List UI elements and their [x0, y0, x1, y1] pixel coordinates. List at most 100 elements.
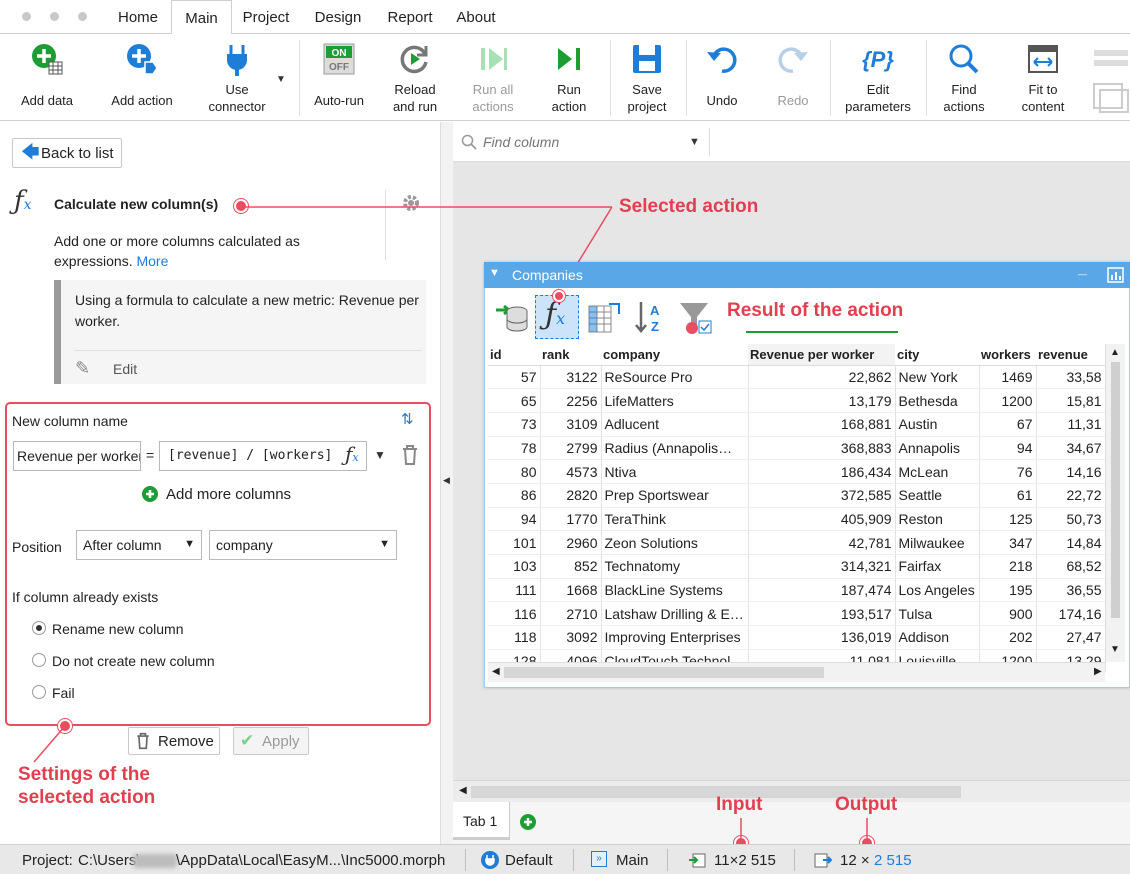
chevron-left-icon[interactable]: ◀	[492, 666, 500, 677]
tab-design[interactable]: Design	[305, 0, 371, 33]
scroll-thumb[interactable]	[504, 667, 824, 678]
chart-panel-icon[interactable]	[1107, 267, 1124, 283]
layout-icon[interactable]	[1092, 48, 1130, 114]
radio-do-not-create[interactable]	[32, 653, 46, 667]
col-header-rank[interactable]: rank	[540, 344, 601, 366]
table-row[interactable]: 111 1668 BlackLine Systems 187,474 Los Angel…	[488, 578, 1106, 603]
table-cell[interactable]: Seattle	[895, 483, 980, 508]
table-row[interactable]: 94 1770 TeraThink 405,909 Reston 125 50,73	[488, 507, 1106, 532]
table-cell[interactable]: 80	[488, 459, 541, 484]
table-cell[interactable]: 94	[979, 436, 1037, 461]
table-cell[interactable]: Los Angeles	[895, 578, 980, 603]
table-cell[interactable]: 34,67	[1036, 436, 1106, 461]
table-cell[interactable]: 86	[488, 483, 541, 508]
table-cell[interactable]: 852	[540, 554, 602, 579]
table-cell[interactable]: 195	[979, 578, 1037, 603]
table-cell[interactable]: 76	[979, 459, 1037, 484]
col-header-workers[interactable]: workers	[979, 344, 1036, 366]
table-cell[interactable]: 14,84	[1036, 530, 1106, 555]
table-cell[interactable]: 2799	[540, 436, 602, 461]
table-cell[interactable]: Technatomy	[601, 554, 749, 579]
table-row[interactable]: 103 852 Technatomy 314,321 Fairfax 218 68,52	[488, 554, 1106, 579]
table-cell[interactable]: 125	[979, 507, 1037, 532]
table-cell[interactable]: 2710	[540, 601, 602, 627]
table-cell[interactable]: Prep Sportswear	[601, 483, 749, 508]
table-cell[interactable]: Latshaw Drilling & E…	[601, 601, 749, 627]
table-cell[interactable]: 186,434	[748, 459, 896, 484]
chevron-down-icon[interactable]: ▼	[276, 74, 286, 85]
table-cell[interactable]: 347	[979, 530, 1037, 555]
table-cell[interactable]: 22,862	[748, 365, 896, 390]
table-cell[interactable]: Austin	[895, 412, 980, 437]
undo-button[interactable]: Undo	[692, 34, 752, 122]
edit-button[interactable]: Edit	[113, 361, 137, 377]
function-icon[interactable]: ƒx	[345, 442, 359, 466]
chevron-up-icon[interactable]: ▲	[1110, 347, 1120, 358]
panel-header[interactable]: ▼ Companies _	[484, 260, 1130, 288]
table-cell[interactable]: 372,585	[748, 483, 896, 508]
columns-action-icon[interactable]	[587, 300, 621, 334]
table-cell[interactable]: 42,781	[748, 530, 896, 555]
table-cell[interactable]: 1469	[979, 365, 1037, 390]
table-row[interactable]: 116 2710 Latshaw Drilling & E… 193,517 Tulsa…	[488, 601, 1106, 627]
use-connector-button[interactable]: Use connector	[198, 34, 276, 122]
status-output-count[interactable]: 2 515	[874, 852, 912, 869]
tab-about[interactable]: About	[448, 0, 504, 33]
radio-fail[interactable]	[32, 685, 46, 699]
table-cell[interactable]: 405,909	[748, 507, 896, 532]
table-row[interactable]: 101 2960 Zeon Solutions 42,781 Milwaukee 347 1…	[488, 530, 1106, 555]
table-cell[interactable]: 136,019	[748, 625, 896, 650]
table-cell[interactable]: 36,55	[1036, 578, 1106, 603]
scroll-thumb[interactable]	[1111, 362, 1120, 618]
redo-button[interactable]: Redo	[763, 34, 823, 122]
find-actions-button[interactable]: Find actions	[932, 34, 996, 122]
table-cell[interactable]: 118	[488, 625, 541, 650]
table-cell[interactable]: TeraThink	[601, 507, 749, 532]
reload-and-run-button[interactable]: Reload and run	[383, 34, 447, 122]
table-cell[interactable]: 65	[488, 388, 541, 413]
vertical-scrollbar[interactable]: ▲ ▼	[1105, 344, 1125, 662]
horizontal-scrollbar[interactable]: ◀ ▶	[488, 662, 1105, 682]
table-cell[interactable]: 900	[979, 601, 1037, 627]
more-link[interactable]: More	[136, 253, 168, 269]
input-data-icon[interactable]	[494, 298, 530, 334]
table-cell[interactable]: Radius (Annapolis…	[601, 436, 749, 461]
table-cell[interactable]: 187,474	[748, 578, 896, 603]
chevron-left-icon[interactable]: ◀	[459, 785, 467, 796]
status-main[interactable]: Main	[616, 852, 649, 869]
chevron-down-icon[interactable]: ▼	[689, 136, 700, 148]
new-column-name-input[interactable]: Revenue per worker	[13, 441, 141, 471]
table-row[interactable]: 57 3122 ReSource Pro 22,862 New York 1469 33,5…	[488, 365, 1106, 390]
table-cell[interactable]: LifeMatters	[601, 388, 749, 413]
table-cell[interactable]: Addison	[895, 625, 980, 650]
table-cell[interactable]: 111	[488, 578, 541, 603]
table-cell[interactable]: 15,81	[1036, 388, 1106, 413]
table-row[interactable]: 118 3092 Improving Enterprises 136,019 Addis…	[488, 625, 1106, 650]
table-cell[interactable]: Ntiva	[601, 459, 749, 484]
fit-to-content-button[interactable]: Fit to content	[1010, 34, 1076, 122]
find-column-input[interactable]	[483, 132, 683, 152]
workspace-scrollbar[interactable]: ◀	[453, 780, 1130, 802]
chevron-right-icon[interactable]: ▶	[1094, 666, 1102, 677]
table-cell[interactable]: 174,16	[1036, 601, 1106, 627]
table-cell[interactable]: ReSource Pro	[601, 365, 749, 390]
sort-swap-icon[interactable]: ⇅	[401, 410, 414, 428]
table-cell[interactable]: 103	[488, 554, 541, 579]
table-cell[interactable]: 3092	[540, 625, 602, 650]
table-cell[interactable]: Bethesda	[895, 388, 980, 413]
table-cell[interactable]: 1668	[540, 578, 602, 603]
table-cell[interactable]: 94	[488, 507, 541, 532]
chevron-down-icon[interactable]: ▼	[374, 448, 386, 462]
remove-button[interactable]: Remove	[128, 727, 220, 755]
tab-main[interactable]: Main	[171, 0, 232, 34]
table-cell[interactable]: New York	[895, 365, 980, 390]
table-row[interactable]: 80 4573 Ntiva 186,434 McLean 76 14,16	[488, 459, 1106, 484]
radio-rename[interactable]	[32, 621, 46, 635]
table-cell[interactable]: 14,16	[1036, 459, 1106, 484]
table-cell[interactable]: 67	[979, 412, 1037, 437]
table-cell[interactable]: Improving Enterprises	[601, 625, 749, 650]
table-cell[interactable]: Annapolis	[895, 436, 980, 461]
chevron-down-icon[interactable]: ▼	[1110, 644, 1120, 655]
add-tab-icon[interactable]	[520, 814, 536, 830]
table-cell[interactable]: Fairfax	[895, 554, 980, 579]
